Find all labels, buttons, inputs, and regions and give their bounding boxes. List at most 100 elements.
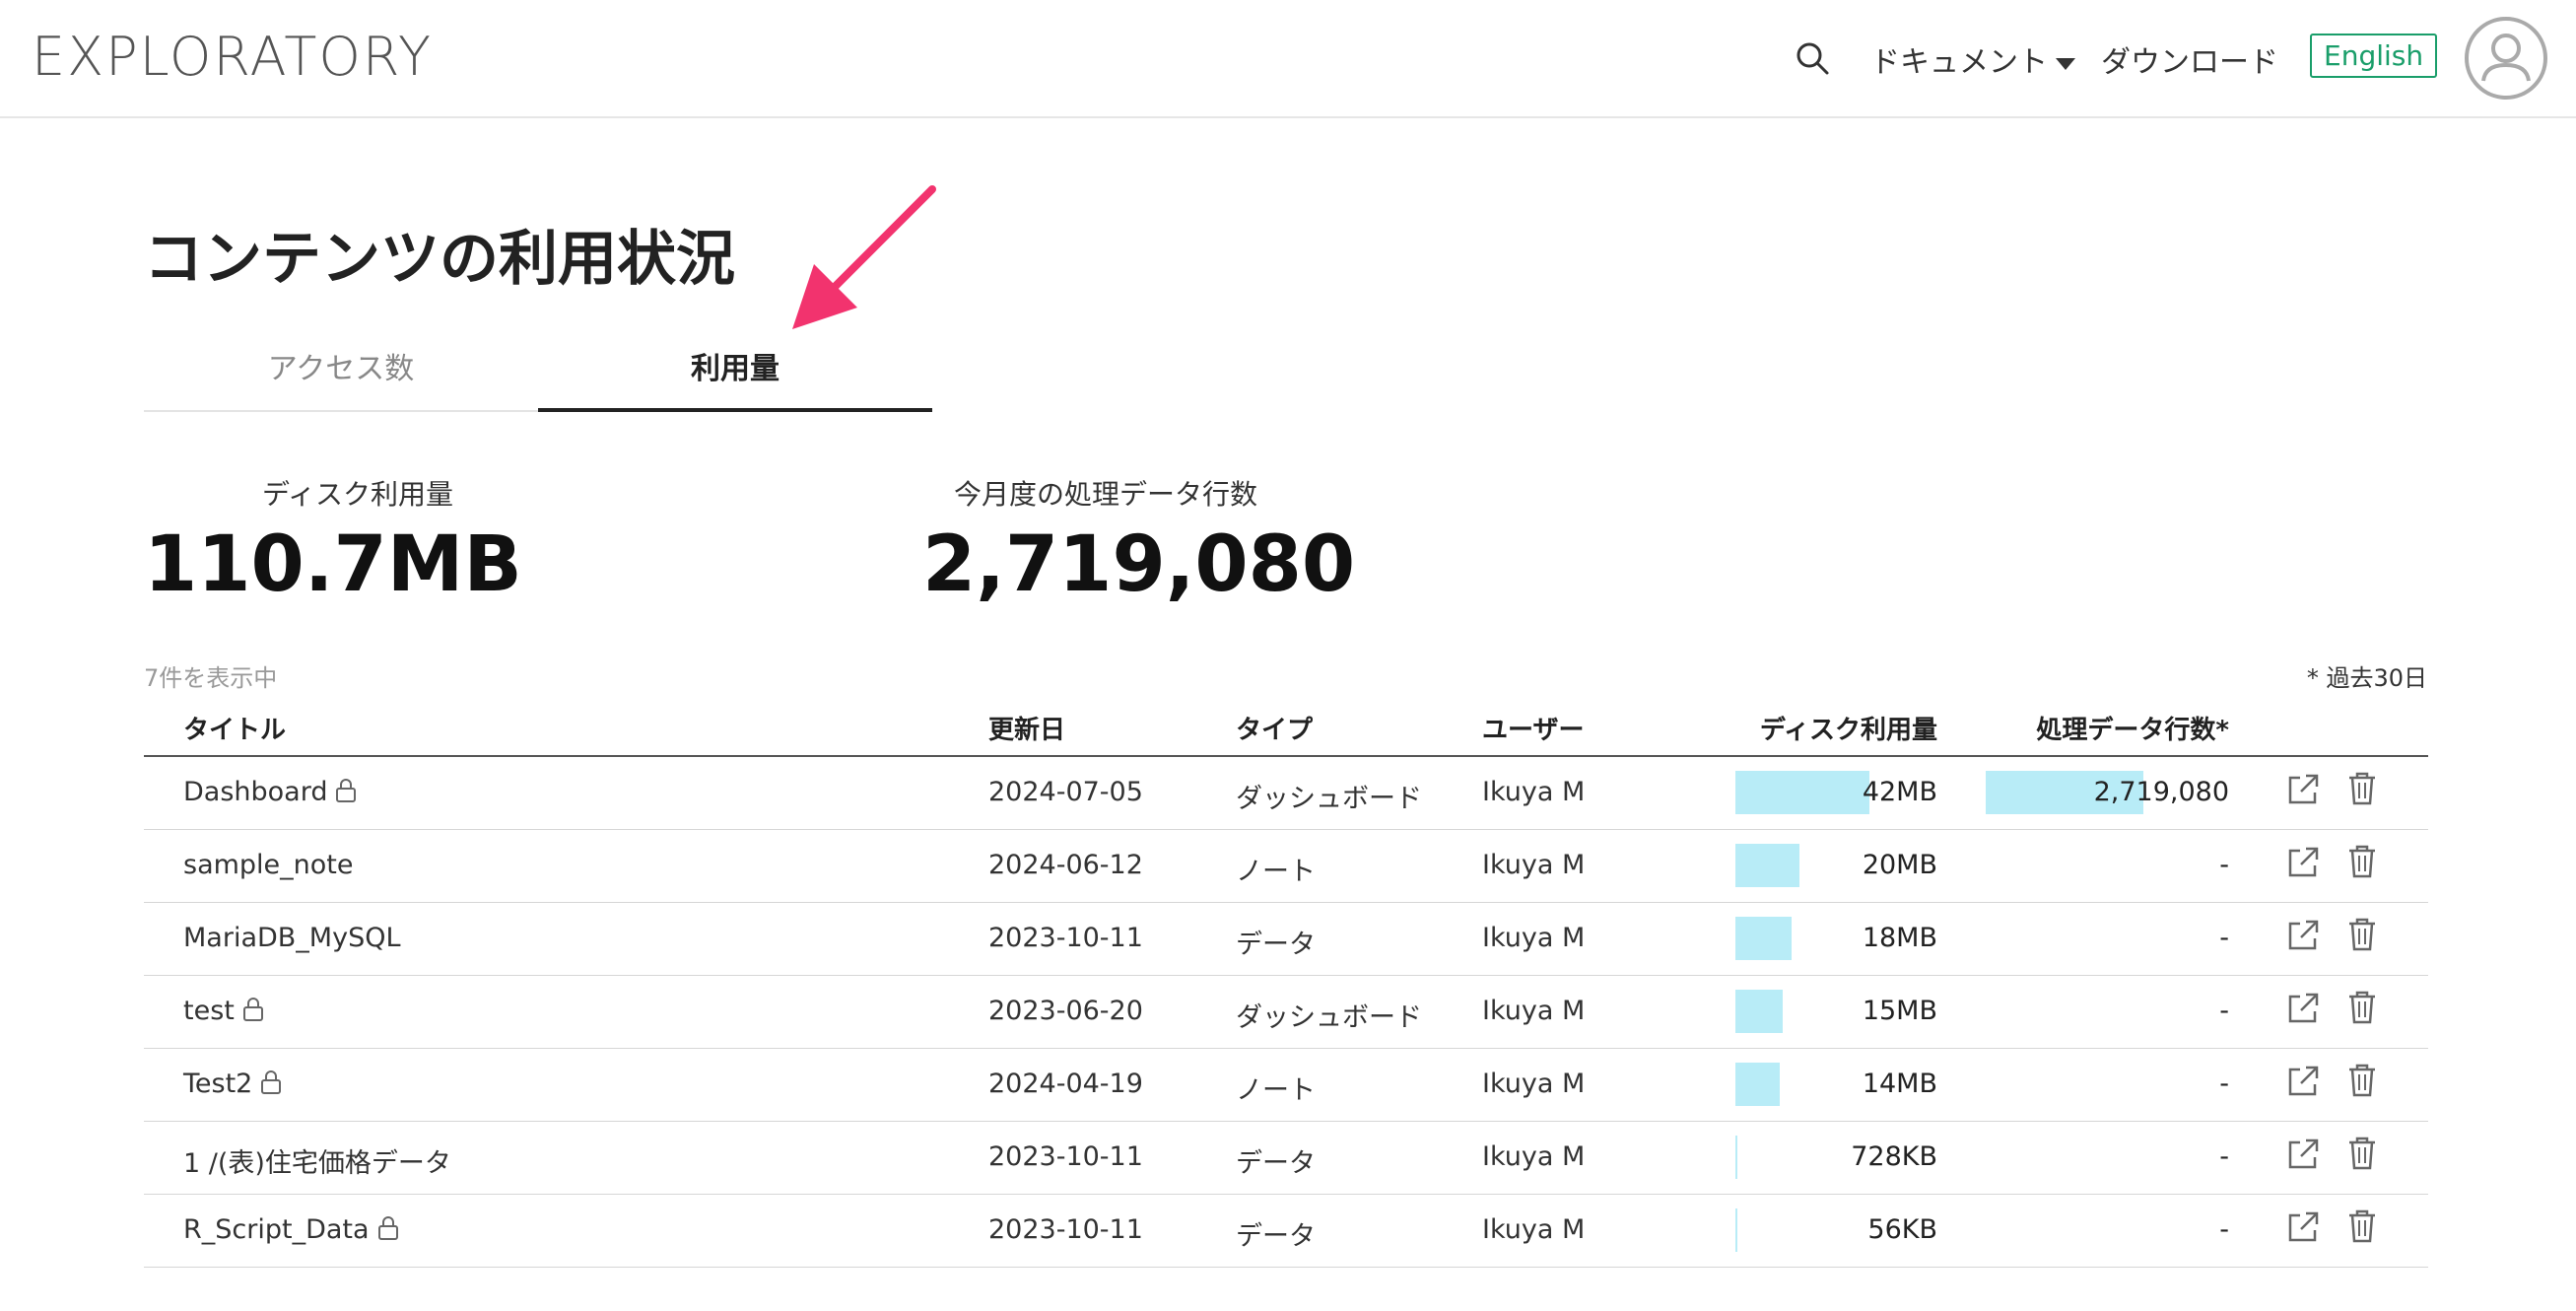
external-link-icon[interactable] bbox=[2286, 1210, 2320, 1244]
lock-icon bbox=[377, 1216, 398, 1240]
table-row: Test2 2024-04-19 ノート Ikuya M 14MB - bbox=[144, 1049, 2428, 1122]
row-title-cell[interactable]: Dashboard bbox=[183, 777, 357, 807]
row-processed-rows: 2,719,080 bbox=[2093, 777, 2229, 807]
lock-icon bbox=[261, 1070, 282, 1094]
row-title[interactable]: Test2 bbox=[183, 1069, 252, 1099]
documents-menu[interactable]: ドキュメント bbox=[1870, 37, 2075, 81]
trash-icon[interactable] bbox=[2347, 1208, 2377, 1244]
column-user[interactable]: ユーザー bbox=[1482, 710, 1584, 746]
disk-usage-bar bbox=[1735, 917, 1792, 960]
user-avatar-icon[interactable] bbox=[2464, 16, 2548, 101]
language-switch-button[interactable]: English bbox=[2310, 34, 2438, 78]
row-disk-usage: 15MB bbox=[1862, 996, 1937, 1026]
row-processed-rows: - bbox=[2219, 850, 2229, 880]
lock-icon bbox=[242, 998, 263, 1021]
external-link-icon[interactable] bbox=[2286, 773, 2320, 806]
row-user: Ikuya M bbox=[1482, 1069, 1586, 1099]
external-link-icon[interactable] bbox=[2286, 1138, 2320, 1171]
period-note: * 過去30日 bbox=[2306, 664, 2427, 692]
top-navigation-bar: EXPLORATORY ドキュメント ダウンロード English bbox=[0, 0, 2576, 118]
row-type: ノート bbox=[1236, 1075, 1316, 1106]
column-type[interactable]: タイプ bbox=[1236, 710, 1313, 746]
row-title[interactable]: MariaDB_MySQL bbox=[183, 923, 401, 953]
row-type: ノート bbox=[1236, 857, 1316, 887]
disk-usage-value: 110.7MB bbox=[144, 520, 522, 609]
row-disk-usage: 18MB bbox=[1862, 923, 1937, 953]
row-title-cell[interactable]: MariaDB_MySQL bbox=[183, 923, 401, 953]
external-link-icon[interactable] bbox=[2286, 992, 2320, 1025]
trash-icon[interactable] bbox=[2347, 844, 2377, 879]
disk-usage-bar bbox=[1735, 1136, 1737, 1179]
app-logo[interactable]: EXPLORATORY bbox=[32, 26, 433, 88]
disk-usage-bar bbox=[1735, 1063, 1780, 1106]
row-title-cell[interactable]: Test2 bbox=[183, 1069, 282, 1099]
column-title[interactable]: タイトル bbox=[183, 710, 286, 746]
table-row: test 2023-06-20 ダッシュボード Ikuya M 15MB - bbox=[144, 976, 2428, 1049]
download-link[interactable]: ダウンロード bbox=[2101, 37, 2278, 81]
column-processed-rows[interactable]: 処理データ行数* bbox=[2036, 710, 2229, 746]
row-updated: 2023-10-11 bbox=[988, 1214, 1143, 1245]
documents-menu-label: ドキュメント bbox=[1870, 45, 2048, 80]
tab-usage[interactable]: 利用量 bbox=[538, 345, 932, 412]
row-type: ダッシュボード bbox=[1236, 1002, 1422, 1033]
disk-usage-label: ディスク利用量 bbox=[262, 478, 454, 511]
row-title[interactable]: R_Script_Data bbox=[183, 1214, 370, 1245]
row-user: Ikuya M bbox=[1482, 1141, 1586, 1172]
row-type: データ bbox=[1236, 1221, 1316, 1252]
tab-access-count[interactable]: アクセス数 bbox=[144, 345, 538, 412]
row-title-cell[interactable]: R_Script_Data bbox=[183, 1214, 399, 1245]
column-disk-usage[interactable]: ディスク利用量 bbox=[1760, 710, 1937, 746]
column-updated[interactable]: 更新日 bbox=[988, 710, 1065, 746]
row-user: Ikuya M bbox=[1482, 1214, 1586, 1245]
processed-rows-label: 今月度の処理データ行数 bbox=[954, 478, 1258, 511]
row-type: ダッシュボード bbox=[1236, 784, 1422, 814]
disk-usage-bar bbox=[1735, 844, 1799, 887]
row-title-cell[interactable]: test bbox=[183, 996, 264, 1026]
row-disk-usage: 14MB bbox=[1862, 1069, 1937, 1099]
row-user: Ikuya M bbox=[1482, 923, 1586, 953]
external-link-icon[interactable] bbox=[2286, 1065, 2320, 1098]
row-title[interactable]: Dashboard bbox=[183, 777, 327, 807]
row-user: Ikuya M bbox=[1482, 996, 1586, 1026]
row-updated: 2023-06-20 bbox=[988, 996, 1143, 1026]
row-disk-usage: 728KB bbox=[1851, 1141, 1937, 1172]
table-body: Dashboard 2024-07-05 ダッシュボード Ikuya M 42M… bbox=[144, 757, 2428, 1268]
trash-icon[interactable] bbox=[2347, 1063, 2377, 1098]
row-user: Ikuya M bbox=[1482, 850, 1586, 880]
trash-icon[interactable] bbox=[2347, 917, 2377, 952]
external-link-icon[interactable] bbox=[2286, 919, 2320, 952]
trash-icon[interactable] bbox=[2347, 1136, 2377, 1171]
lock-icon bbox=[336, 779, 357, 802]
row-title-cell[interactable]: 1 /(表)住宅価格データ bbox=[183, 1141, 451, 1180]
trash-icon[interactable] bbox=[2347, 771, 2377, 806]
table-row: R_Script_Data 2023-10-11 データ Ikuya M 56K… bbox=[144, 1195, 2428, 1268]
table-row: Dashboard 2024-07-05 ダッシュボード Ikuya M 42M… bbox=[144, 757, 2428, 830]
trash-icon[interactable] bbox=[2347, 990, 2377, 1025]
row-user: Ikuya M bbox=[1482, 777, 1586, 807]
row-title[interactable]: test bbox=[183, 996, 235, 1026]
disk-usage-bar bbox=[1735, 990, 1783, 1033]
search-icon[interactable] bbox=[1792, 37, 1835, 81]
disk-usage-bar bbox=[1735, 1208, 1737, 1252]
table-row: 1 /(表)住宅価格データ 2023-10-11 データ Ikuya M 728… bbox=[144, 1122, 2428, 1195]
row-updated: 2024-07-05 bbox=[988, 777, 1143, 807]
row-title-cell[interactable]: sample_note bbox=[183, 850, 354, 880]
row-disk-usage: 42MB bbox=[1862, 777, 1937, 807]
usage-tabs: アクセス数 利用量 bbox=[144, 345, 932, 412]
row-updated: 2024-04-19 bbox=[988, 1069, 1143, 1099]
table-row: MariaDB_MySQL 2023-10-11 データ Ikuya M 18M… bbox=[144, 903, 2428, 976]
row-processed-rows: - bbox=[2219, 923, 2229, 953]
row-disk-usage: 56KB bbox=[1867, 1214, 1937, 1245]
row-processed-rows: - bbox=[2219, 1214, 2229, 1245]
row-processed-rows: - bbox=[2219, 1141, 2229, 1172]
content-usage-table: タイトル 更新日 タイプ ユーザー ディスク利用量 処理データ行数* Dashb… bbox=[144, 702, 2428, 1268]
row-title[interactable]: sample_note bbox=[183, 850, 354, 880]
row-processed-rows: - bbox=[2219, 1069, 2229, 1099]
row-disk-usage: 20MB bbox=[1862, 850, 1937, 880]
row-processed-rows: - bbox=[2219, 996, 2229, 1026]
external-link-icon[interactable] bbox=[2286, 846, 2320, 879]
row-updated: 2024-06-12 bbox=[988, 850, 1143, 880]
disk-usage-bar bbox=[1735, 771, 1869, 814]
row-updated: 2023-10-11 bbox=[988, 923, 1143, 953]
row-title[interactable]: 1 /(表)住宅価格データ bbox=[183, 1148, 451, 1179]
